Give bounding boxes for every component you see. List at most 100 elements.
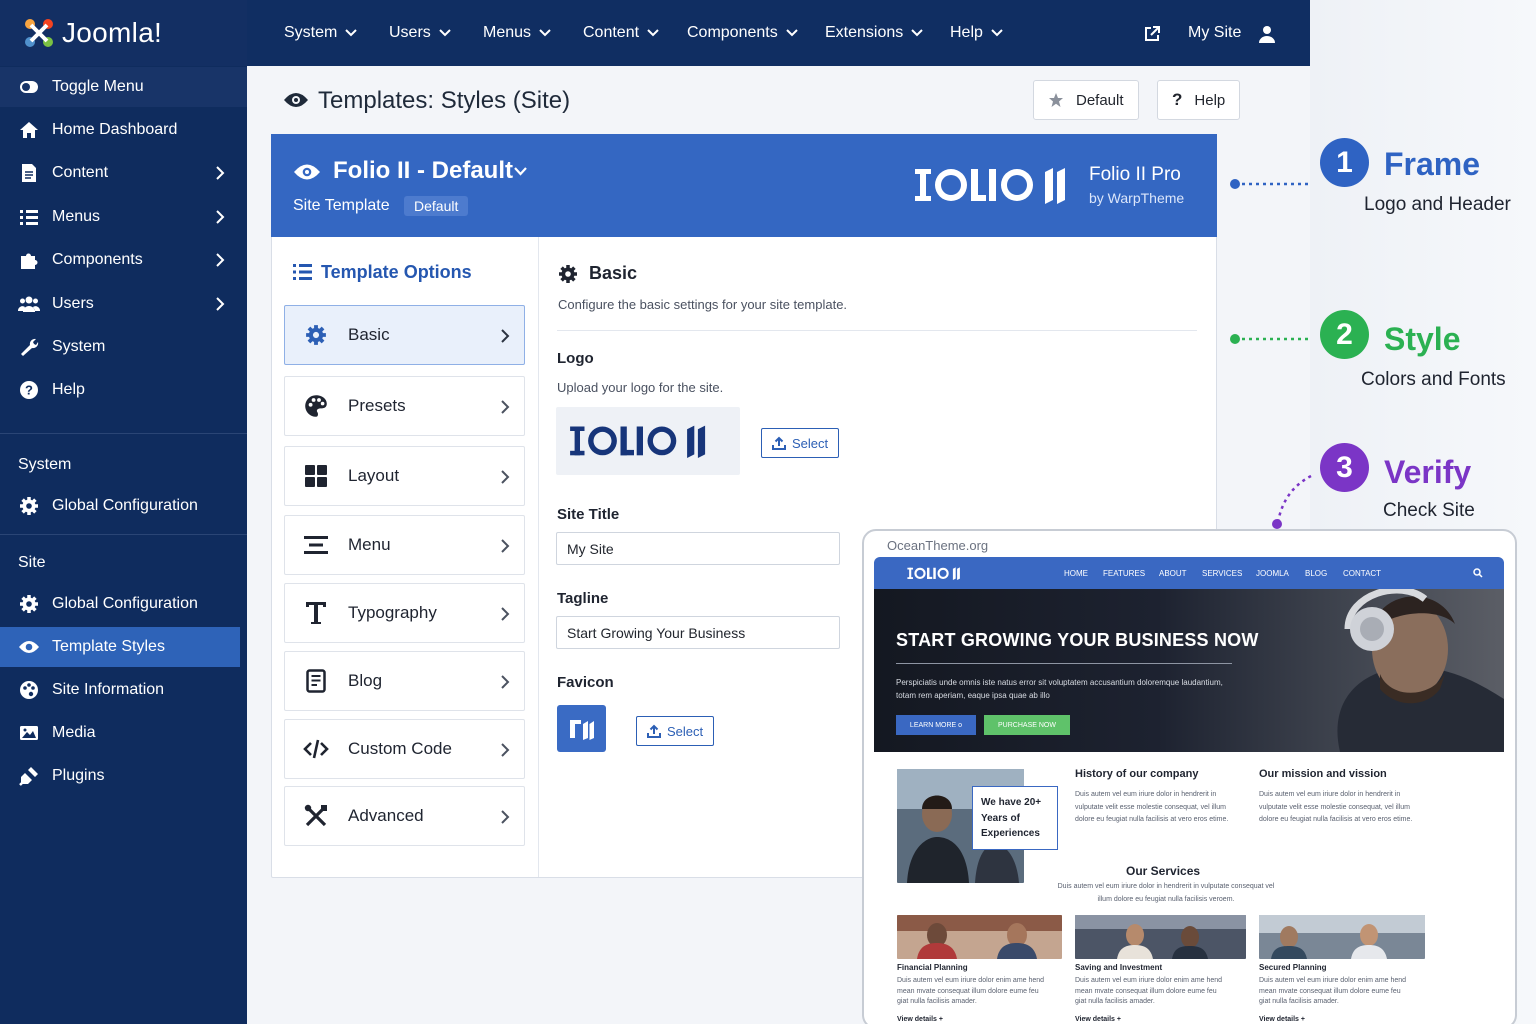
sidebar-item-menus[interactable]: Menus [0,197,247,237]
step-3-title: Verify [1384,454,1472,490]
purchase-now-button[interactable]: PURCHASE NOW [984,715,1070,735]
chevron-right-icon [501,329,510,343]
step-3-number: 3 [1320,443,1369,492]
user-icon[interactable] [1258,25,1276,43]
sidebar-item-label: System [52,338,106,355]
sidebar-item-home-dashboard[interactable]: Home Dashboard [0,110,247,150]
logo-label: Logo [557,350,594,367]
preview-nav-home[interactable]: HOME [1064,569,1088,578]
file-icon [18,162,40,184]
card-3-link[interactable]: View details + [1259,1016,1305,1023]
gear-icon [559,265,577,283]
top-menu-menus[interactable]: Menus [483,0,551,66]
toggle-icon [18,76,40,98]
sidebar-item-system[interactable]: System [0,327,247,367]
search-icon[interactable] [1473,568,1483,578]
card-1-link[interactable]: View details + [897,1016,943,1023]
learn-more-button[interactable]: LEARN MORE o [896,715,976,735]
preview-nav-joomla[interactable]: JOOMLA [1256,569,1289,578]
default-button[interactable]: Default [1033,80,1139,120]
preview-nav-blog[interactable]: BLOG [1305,569,1327,578]
chevron-right-icon [216,210,225,224]
option-blog[interactable]: Blog [284,651,525,711]
sidebar-item-components[interactable]: Components [0,240,247,280]
folio-brand-logo [915,168,1065,204]
sidebar-item-help[interactable]: ? Help [0,370,247,410]
option-layout[interactable]: Layout [284,446,525,506]
chevron-right-icon [501,539,510,553]
joomla-logo[interactable]: Joomla! [0,0,247,66]
top-menu-users[interactable]: Users [389,0,451,66]
chevron-down-icon [539,29,551,37]
sidebar-item-global-configuration[interactable]: Global Configuration [0,486,247,526]
option-presets[interactable]: Presets [284,376,525,436]
sidebar-item-label: Global Configuration [52,497,198,514]
gear-icon [303,324,329,346]
preview-nav-services[interactable]: SERVICES [1202,569,1242,578]
option-typography[interactable]: Typography [284,583,525,643]
preview-nav-contact[interactable]: CONTACT [1343,569,1381,578]
step-1-title: Frame [1384,146,1481,182]
top-menu-help[interactable]: Help [950,0,1003,66]
site-title-input[interactable]: My Site [556,532,840,565]
hero-divider [896,663,1232,664]
gear-icon [18,593,40,615]
option-basic[interactable]: Basic [284,305,525,365]
top-menu-components[interactable]: Components [687,0,798,66]
favicon-label: Favicon [557,674,614,691]
chevron-right-icon [501,743,510,757]
sidebar-item-plugins[interactable]: Plugins [0,756,247,796]
layout-icon [303,465,329,487]
favicon-image [569,719,594,740]
palette-icon [303,394,329,418]
palette-icon [18,679,40,701]
sidebar-section-system: System [18,456,72,473]
puzzle-icon [18,249,40,271]
sidebar-item-content[interactable]: Content [0,153,247,193]
option-label: Presets [348,396,406,415]
help-button[interactable]: ? Help [1157,80,1241,120]
step-connector [1230,334,1310,344]
card-2-link[interactable]: View details + [1075,1016,1121,1023]
select-label: Select [792,435,829,451]
sidebar-item-users[interactable]: Users [0,284,247,324]
saving-investment-image [1075,915,1246,959]
preview-nav-about[interactable]: ABOUT [1159,569,1187,578]
logo-select-button[interactable]: Select [761,428,840,458]
card-1-title: Financial Planning [897,963,968,972]
svg-text:?: ? [25,383,33,398]
option-label: Custom Code [348,739,452,758]
typography-icon [303,601,329,625]
menu-icon [303,536,329,554]
help-icon: ? [18,379,40,401]
option-custom-code[interactable]: Custom Code [284,719,525,779]
sidebar-item-media[interactable]: Media [0,713,247,753]
tagline-input[interactable]: Start Growing Your Business [556,616,840,649]
sidebar-item-template-styles[interactable]: Template Styles [0,627,240,667]
top-menu-content[interactable]: Content [583,0,659,66]
mission-text: Duis autem vel eum iriure dolor in hendr… [1259,791,1413,823]
option-label: Blog [348,671,383,690]
sidebar-item-site-global-configuration[interactable]: Global Configuration [0,584,247,624]
tools-icon [303,804,329,828]
sidebar-item-site-information[interactable]: Site Information [0,670,247,710]
preview-nav-features[interactable]: FEATURES [1103,569,1145,578]
tagline-label: Tagline [557,590,609,607]
option-menu[interactable]: Menu [284,515,525,575]
top-menu-system[interactable]: System [284,0,358,66]
template-title[interactable]: Folio II - Default [333,157,513,185]
chevron-right-icon [501,675,510,689]
eye-icon [284,93,308,107]
favicon-select-button[interactable]: Select [636,716,715,746]
top-menu-extensions[interactable]: Extensions [825,0,923,66]
code-icon [303,739,329,759]
option-advanced[interactable]: Advanced [284,786,525,846]
external-link-icon[interactable] [1143,25,1161,43]
sidebar-item-label: Home Dashboard [52,121,178,138]
sidebar-item-toggle-menu[interactable]: Toggle Menu [0,67,247,107]
chevron-down-icon[interactable] [514,167,527,176]
services-title: Our Services [1126,864,1201,878]
my-site-label: My Site [1188,24,1242,41]
my-site-link[interactable]: My Site [1188,0,1241,66]
help-button-label: Help [1194,91,1226,109]
